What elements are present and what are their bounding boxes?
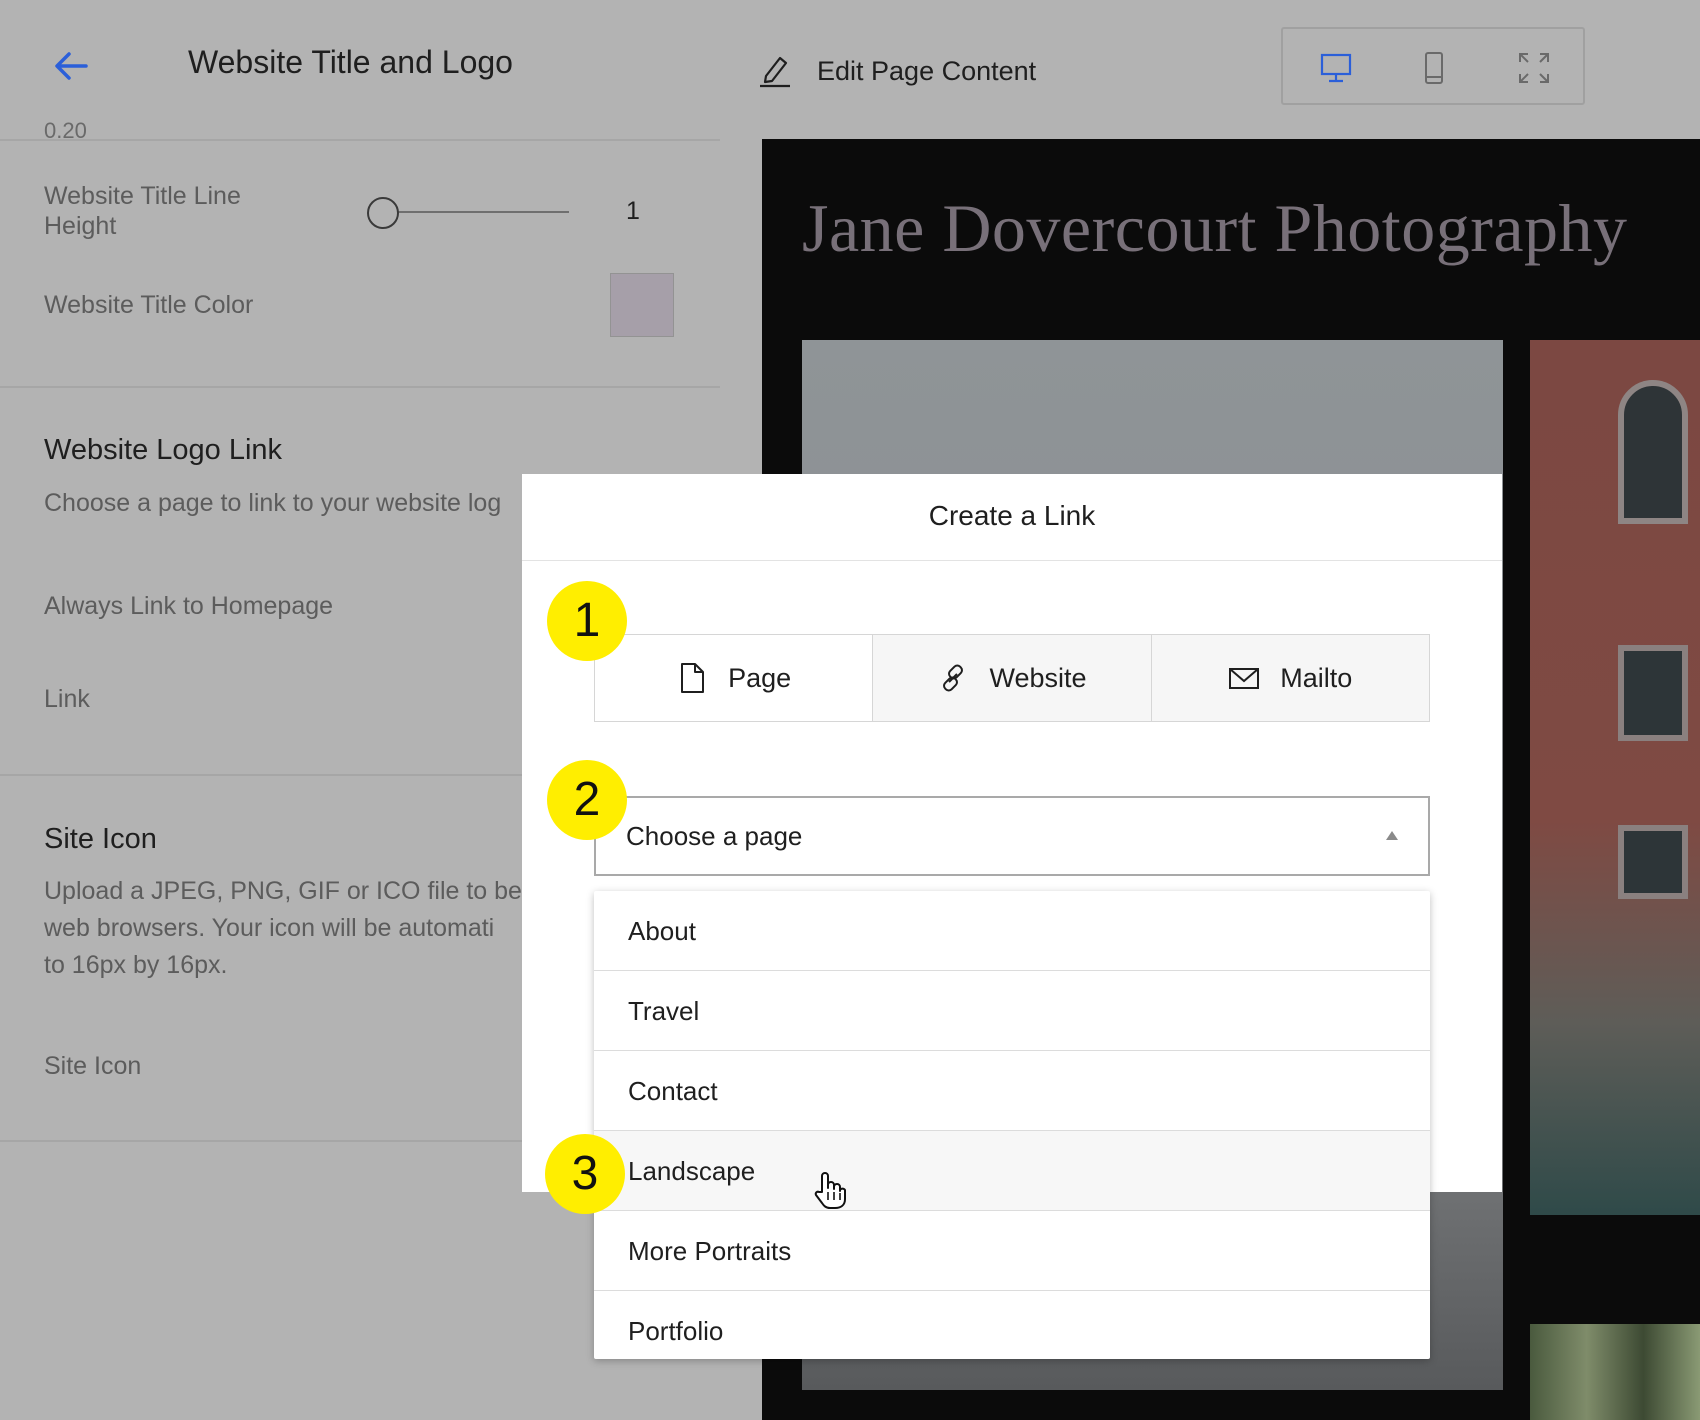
preview-photo-plant xyxy=(1530,1324,1700,1420)
link-icon xyxy=(943,664,964,692)
always-link-homepage-label: Always Link to Homepage xyxy=(44,592,334,620)
line-height-slider-track[interactable] xyxy=(383,211,569,213)
panel-title: Website Title and Logo xyxy=(188,44,513,80)
page-option-portfolio[interactable]: Portfolio xyxy=(594,1291,1430,1359)
building-window xyxy=(1618,825,1688,899)
link-type-label: Website xyxy=(989,662,1087,693)
edit-page-content-button[interactable]: Edit Page Content xyxy=(817,56,1036,87)
site-icon-description-line: to 16px by 16px. xyxy=(44,951,228,979)
line-height-slider-handle[interactable] xyxy=(367,197,399,229)
desktop-icon[interactable] xyxy=(1319,51,1353,85)
title-color-label: Website Title Color xyxy=(44,291,254,319)
pencil-icon[interactable] xyxy=(758,52,792,88)
title-line-height-label: Website Title Line Height xyxy=(44,182,241,240)
fullscreen-icon[interactable] xyxy=(1517,51,1551,85)
preview-photo-building xyxy=(1530,340,1700,1215)
step-badge-2: 2 xyxy=(547,760,627,840)
step-badge-3: 3 xyxy=(545,1134,625,1214)
building-window xyxy=(1618,380,1688,524)
site-icon-description: Upload a JPEG, PNG, GIF or ICO file to b… xyxy=(44,873,524,984)
panel-header: Website Title and Logo xyxy=(0,0,720,141)
site-icon-description-line: Upload a JPEG, PNG, GIF or ICO file to b… xyxy=(44,877,522,905)
page-icon xyxy=(681,663,705,693)
page-option-contact[interactable]: Contact xyxy=(594,1051,1430,1131)
link-type-label: Mailto xyxy=(1280,662,1353,693)
hand-pointer-icon xyxy=(814,1172,846,1209)
page-option-travel[interactable]: Travel xyxy=(594,971,1430,1051)
logo-link-section-title: Website Logo Link xyxy=(44,434,283,466)
step-badge-1: 1 xyxy=(547,581,627,661)
section-divider xyxy=(0,386,720,388)
page-select[interactable]: Choose a page xyxy=(594,796,1430,876)
mobile-icon[interactable] xyxy=(1417,51,1451,85)
device-preview-toggle xyxy=(1281,27,1585,105)
modal-title: Create a Link xyxy=(928,500,1096,531)
link-type-label: Page xyxy=(728,662,792,693)
caret-up-icon xyxy=(1386,831,1398,840)
link-type-page-button[interactable]: Page xyxy=(595,635,874,721)
link-type-website-button[interactable]: Website xyxy=(873,635,1152,721)
site-icon-section-title: Site Icon xyxy=(44,823,157,855)
title-color-swatch[interactable] xyxy=(610,273,674,337)
modal-header: Create a Link xyxy=(522,474,1502,561)
line-height-value: 1 xyxy=(626,197,640,225)
mail-icon xyxy=(1229,668,1260,689)
scrolled-partial-value: 0.20 xyxy=(44,118,87,140)
link-type-selector: Page Website Mailto xyxy=(594,634,1430,722)
page-option-about[interactable]: About xyxy=(594,891,1430,971)
link-label: Link xyxy=(44,685,90,713)
link-type-mailto-button[interactable]: Mailto xyxy=(1152,635,1429,721)
building-window xyxy=(1618,645,1688,741)
page-option-landscape[interactable]: Landscape xyxy=(594,1131,1430,1211)
back-arrow-icon[interactable] xyxy=(52,46,90,86)
site-icon-label: Site Icon xyxy=(44,1052,142,1080)
preview-site-title: Jane Dovercourt Photography xyxy=(802,190,1628,266)
page-select-value: Choose a page xyxy=(626,821,803,851)
site-icon-description-line: web browsers. Your icon will be automati xyxy=(44,914,495,942)
page-option-more-portraits[interactable]: More Portraits xyxy=(594,1211,1430,1291)
page-options-list: About Travel Contact Landscape More Port… xyxy=(594,891,1430,1359)
logo-link-description: Choose a page to link to your website lo… xyxy=(44,489,502,517)
